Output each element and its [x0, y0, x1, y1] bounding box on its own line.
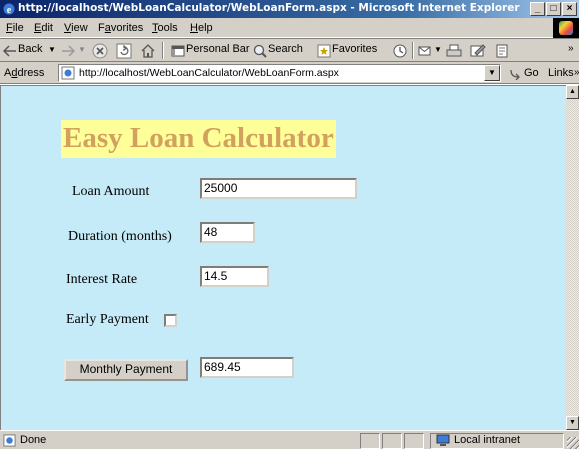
- internet-explorer-icon: e: [3, 3, 15, 16]
- windows-throbber: [553, 18, 579, 38]
- page-done-icon: [3, 434, 16, 447]
- loan-amount-label: Loan Amount: [72, 184, 150, 199]
- forward-dropdown-icon[interactable]: ▼: [78, 45, 86, 54]
- svg-text:e: e: [7, 5, 12, 16]
- search-icon[interactable]: [252, 43, 268, 59]
- back-button[interactable]: Back: [18, 43, 42, 55]
- toolbar-separator: [162, 42, 164, 59]
- favorites-icon[interactable]: [316, 43, 332, 59]
- status-text: Done: [20, 434, 47, 446]
- menu-edit[interactable]: Edit: [34, 22, 53, 34]
- status-panel: [404, 433, 424, 449]
- print-icon[interactable]: [446, 43, 462, 59]
- early-payment-label: Early Payment: [66, 312, 149, 327]
- discuss-icon[interactable]: [494, 43, 510, 59]
- menu-favorites[interactable]: Favorites: [98, 22, 143, 34]
- home-icon[interactable]: [140, 43, 156, 59]
- address-input[interactable]: http://localhost/WebLoanCalculator/WebLo…: [58, 64, 501, 82]
- back-arrow-icon[interactable]: [3, 44, 17, 58]
- mail-dropdown-icon[interactable]: ▼: [434, 45, 442, 54]
- toolbar-chevron-icon[interactable]: »: [568, 43, 574, 54]
- menu-help[interactable]: Help: [190, 22, 213, 34]
- windows-logo-icon: [559, 21, 573, 35]
- interest-rate-input[interactable]: 14.5: [200, 266, 269, 287]
- menu-file[interactable]: File: [6, 22, 24, 34]
- personal-bar-icon[interactable]: [170, 43, 186, 59]
- scroll-up-button[interactable]: ▲: [566, 85, 579, 99]
- duration-label: Duration (months): [68, 229, 172, 244]
- address-label: Address: [4, 67, 45, 79]
- menu-view[interactable]: View: [64, 22, 88, 34]
- status-panel: [360, 433, 380, 449]
- loan-amount-input[interactable]: 25000: [200, 178, 357, 199]
- local-intranet-icon: [436, 434, 450, 446]
- history-icon[interactable]: [392, 43, 408, 59]
- favorites-button[interactable]: Favorites: [332, 43, 377, 55]
- scroll-down-button[interactable]: ▼: [566, 416, 579, 430]
- stop-icon[interactable]: [92, 43, 108, 59]
- page-icon: [61, 66, 75, 80]
- search-button[interactable]: Search: [268, 43, 303, 55]
- close-button[interactable]: ×: [562, 2, 577, 16]
- address-dropdown-button[interactable]: ▼: [484, 65, 500, 81]
- links-chevron-icon[interactable]: »: [574, 67, 579, 78]
- edit-icon[interactable]: [470, 43, 486, 59]
- go-button[interactable]: Go: [524, 67, 539, 79]
- window-title: http://localhost/WebLoanCalculator/WebLo…: [18, 2, 520, 14]
- menu-bar: File Edit View Favorites Tools Help: [0, 18, 579, 38]
- interest-rate-label: Interest Rate: [66, 272, 138, 287]
- forward-arrow-icon[interactable]: [61, 44, 75, 58]
- standard-toolbar: Back ▼ ▼ Personal Bar Search Favorites ▼…: [0, 38, 579, 62]
- minimize-button[interactable]: _: [530, 2, 545, 16]
- status-bar: Done Local intranet: [0, 430, 579, 449]
- zone-text: Local intranet: [454, 434, 521, 446]
- personal-bar-button[interactable]: Personal Bar: [186, 43, 250, 55]
- address-url: http://localhost/WebLoanCalculator/WebLo…: [79, 67, 339, 79]
- monthly-payment-output[interactable]: 689.45: [200, 357, 294, 378]
- duration-input[interactable]: 48: [200, 222, 255, 243]
- monthly-payment-button[interactable]: Monthly Payment: [64, 359, 188, 381]
- menu-tools[interactable]: Tools: [152, 22, 178, 34]
- mail-icon[interactable]: [418, 43, 434, 59]
- resize-grip[interactable]: [567, 437, 579, 449]
- go-arrow-icon[interactable]: [508, 66, 522, 80]
- vertical-scrollbar[interactable]: ▲ ▼: [566, 85, 579, 430]
- toolbar-separator: [412, 42, 414, 59]
- early-payment-checkbox[interactable]: [164, 314, 177, 327]
- maximize-button[interactable]: □: [546, 2, 561, 16]
- refresh-icon[interactable]: [116, 43, 132, 59]
- title-bar: e http://localhost/WebLoanCalculator/Web…: [0, 0, 579, 18]
- links-button[interactable]: Links: [548, 67, 574, 79]
- page-title: Easy Loan Calculator: [61, 120, 336, 158]
- address-bar: Address http://localhost/WebLoanCalculat…: [0, 62, 579, 84]
- back-dropdown-icon[interactable]: ▼: [48, 45, 56, 54]
- status-panel: [382, 433, 402, 449]
